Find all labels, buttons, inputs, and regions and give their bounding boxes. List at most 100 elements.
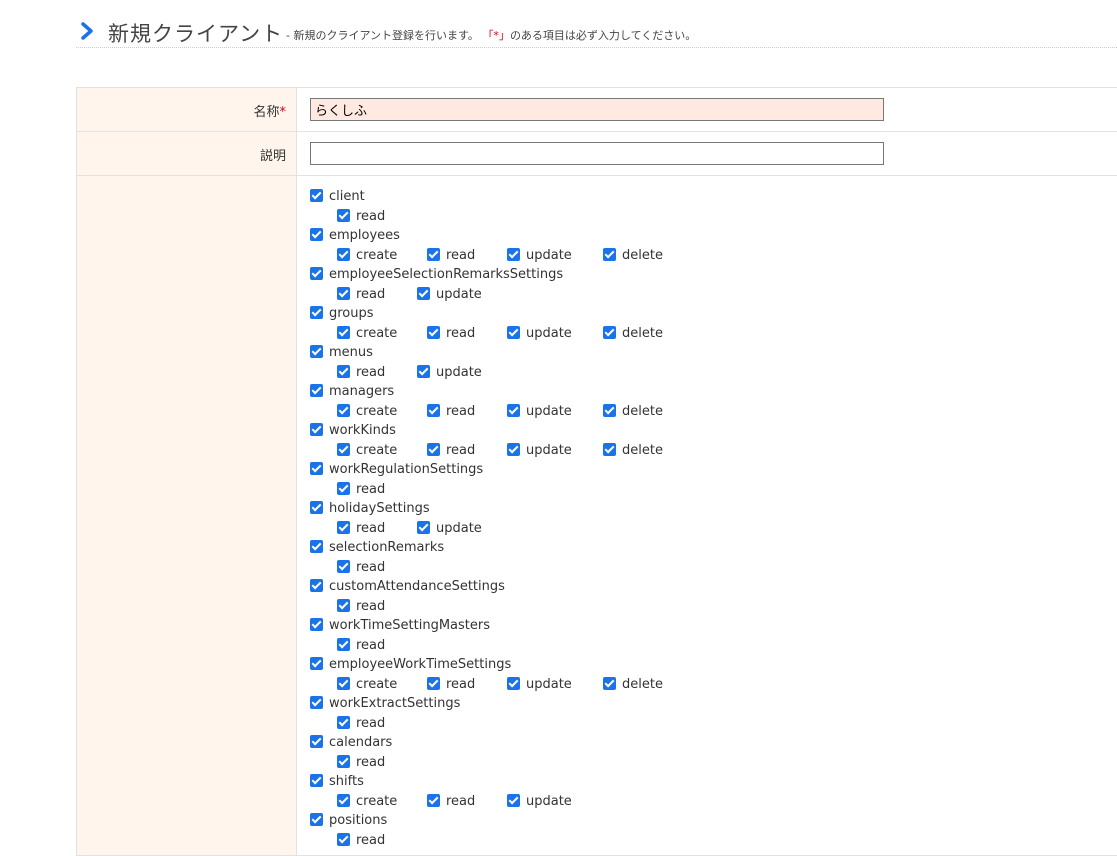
operation-checkbox[interactable] bbox=[337, 794, 350, 807]
operation-read[interactable]: read bbox=[337, 365, 417, 380]
operation-update[interactable]: update bbox=[417, 365, 513, 380]
resource-checkbox[interactable] bbox=[310, 579, 323, 592]
operation-create[interactable]: create bbox=[337, 326, 427, 341]
resource-checkbox[interactable] bbox=[310, 267, 323, 280]
permission-resource[interactable]: menus bbox=[310, 343, 1117, 363]
resource-checkbox[interactable] bbox=[310, 345, 323, 358]
operation-checkbox[interactable] bbox=[417, 365, 430, 378]
operation-read[interactable]: read bbox=[427, 794, 507, 809]
operation-update[interactable]: update bbox=[507, 677, 603, 692]
operation-checkbox[interactable] bbox=[337, 755, 350, 768]
operation-checkbox[interactable] bbox=[507, 326, 520, 339]
permission-resource[interactable]: employees bbox=[310, 226, 1117, 246]
permission-resource[interactable]: workKinds bbox=[310, 421, 1117, 441]
operation-checkbox[interactable] bbox=[337, 404, 350, 417]
resource-checkbox[interactable] bbox=[310, 813, 323, 826]
operation-read[interactable]: read bbox=[337, 755, 417, 770]
operation-checkbox[interactable] bbox=[603, 404, 616, 417]
operation-read[interactable]: read bbox=[427, 443, 507, 458]
operation-update[interactable]: update bbox=[417, 521, 513, 536]
permission-resource[interactable]: positions bbox=[310, 811, 1117, 831]
operation-update[interactable]: update bbox=[507, 794, 603, 809]
description-input[interactable] bbox=[310, 142, 884, 165]
operation-delete[interactable]: delete bbox=[603, 677, 683, 692]
operation-checkbox[interactable] bbox=[427, 248, 440, 261]
operation-read[interactable]: read bbox=[427, 248, 507, 263]
resource-checkbox[interactable] bbox=[310, 657, 323, 670]
operation-checkbox[interactable] bbox=[337, 638, 350, 651]
operation-checkbox[interactable] bbox=[337, 209, 350, 222]
operation-checkbox[interactable] bbox=[417, 521, 430, 534]
resource-checkbox[interactable] bbox=[310, 306, 323, 319]
permission-resource[interactable]: workExtractSettings bbox=[310, 694, 1117, 714]
operation-read[interactable]: read bbox=[337, 599, 417, 614]
permission-resource[interactable]: client bbox=[310, 187, 1117, 207]
permission-resource[interactable]: employeeSelectionRemarksSettings bbox=[310, 265, 1117, 285]
operation-checkbox[interactable] bbox=[417, 287, 430, 300]
operation-delete[interactable]: delete bbox=[603, 326, 683, 341]
permission-resource[interactable]: selectionRemarks bbox=[310, 538, 1117, 558]
operation-checkbox[interactable] bbox=[507, 443, 520, 456]
operation-checkbox[interactable] bbox=[337, 365, 350, 378]
operation-read[interactable]: read bbox=[337, 638, 417, 653]
permission-resource[interactable]: holidaySettings bbox=[310, 499, 1117, 519]
operation-read[interactable]: read bbox=[337, 833, 417, 848]
operation-checkbox[interactable] bbox=[337, 443, 350, 456]
permission-resource[interactable]: employeeWorkTimeSettings bbox=[310, 655, 1117, 675]
operation-checkbox[interactable] bbox=[337, 560, 350, 573]
resource-checkbox[interactable] bbox=[310, 189, 323, 202]
operation-checkbox[interactable] bbox=[603, 443, 616, 456]
operation-read[interactable]: read bbox=[427, 326, 507, 341]
operation-checkbox[interactable] bbox=[603, 677, 616, 690]
operation-read[interactable]: read bbox=[337, 209, 417, 224]
resource-checkbox[interactable] bbox=[310, 618, 323, 631]
resource-checkbox[interactable] bbox=[310, 774, 323, 787]
operation-update[interactable]: update bbox=[507, 326, 603, 341]
resource-checkbox[interactable] bbox=[310, 540, 323, 553]
operation-checkbox[interactable] bbox=[337, 716, 350, 729]
permission-resource[interactable]: groups bbox=[310, 304, 1117, 324]
operation-read[interactable]: read bbox=[337, 521, 417, 536]
operation-delete[interactable]: delete bbox=[603, 248, 683, 263]
operation-checkbox[interactable] bbox=[603, 248, 616, 261]
operation-checkbox[interactable] bbox=[337, 677, 350, 690]
operation-create[interactable]: create bbox=[337, 677, 427, 692]
operation-create[interactable]: create bbox=[337, 248, 427, 263]
permission-resource[interactable]: workRegulationSettings bbox=[310, 460, 1117, 480]
operation-update[interactable]: update bbox=[507, 248, 603, 263]
permission-resource[interactable]: calendars bbox=[310, 733, 1117, 753]
operation-checkbox[interactable] bbox=[337, 521, 350, 534]
resource-checkbox[interactable] bbox=[310, 423, 323, 436]
operation-checkbox[interactable] bbox=[507, 404, 520, 417]
operation-checkbox[interactable] bbox=[507, 794, 520, 807]
operation-read[interactable]: read bbox=[337, 716, 417, 731]
resource-checkbox[interactable] bbox=[310, 462, 323, 475]
resource-checkbox[interactable] bbox=[310, 501, 323, 514]
operation-read[interactable]: read bbox=[427, 404, 507, 419]
operation-create[interactable]: create bbox=[337, 794, 427, 809]
operation-read[interactable]: read bbox=[337, 482, 417, 497]
operation-checkbox[interactable] bbox=[603, 326, 616, 339]
operation-create[interactable]: create bbox=[337, 404, 427, 419]
operation-read[interactable]: read bbox=[337, 287, 417, 302]
operation-read[interactable]: read bbox=[427, 677, 507, 692]
operation-checkbox[interactable] bbox=[427, 794, 440, 807]
operation-checkbox[interactable] bbox=[427, 677, 440, 690]
operation-checkbox[interactable] bbox=[337, 482, 350, 495]
operation-checkbox[interactable] bbox=[337, 599, 350, 612]
operation-update[interactable]: update bbox=[417, 287, 513, 302]
operation-checkbox[interactable] bbox=[507, 677, 520, 690]
resource-checkbox[interactable] bbox=[310, 735, 323, 748]
operation-checkbox[interactable] bbox=[427, 326, 440, 339]
operation-create[interactable]: create bbox=[337, 443, 427, 458]
operation-checkbox[interactable] bbox=[427, 443, 440, 456]
operation-read[interactable]: read bbox=[337, 560, 417, 575]
permission-resource[interactable]: workTimeSettingMasters bbox=[310, 616, 1117, 636]
name-input[interactable] bbox=[310, 98, 884, 121]
resource-checkbox[interactable] bbox=[310, 696, 323, 709]
operation-checkbox[interactable] bbox=[337, 287, 350, 300]
permission-resource[interactable]: shifts bbox=[310, 772, 1117, 792]
operation-checkbox[interactable] bbox=[427, 404, 440, 417]
permission-resource[interactable]: managers bbox=[310, 382, 1117, 402]
operation-update[interactable]: update bbox=[507, 404, 603, 419]
